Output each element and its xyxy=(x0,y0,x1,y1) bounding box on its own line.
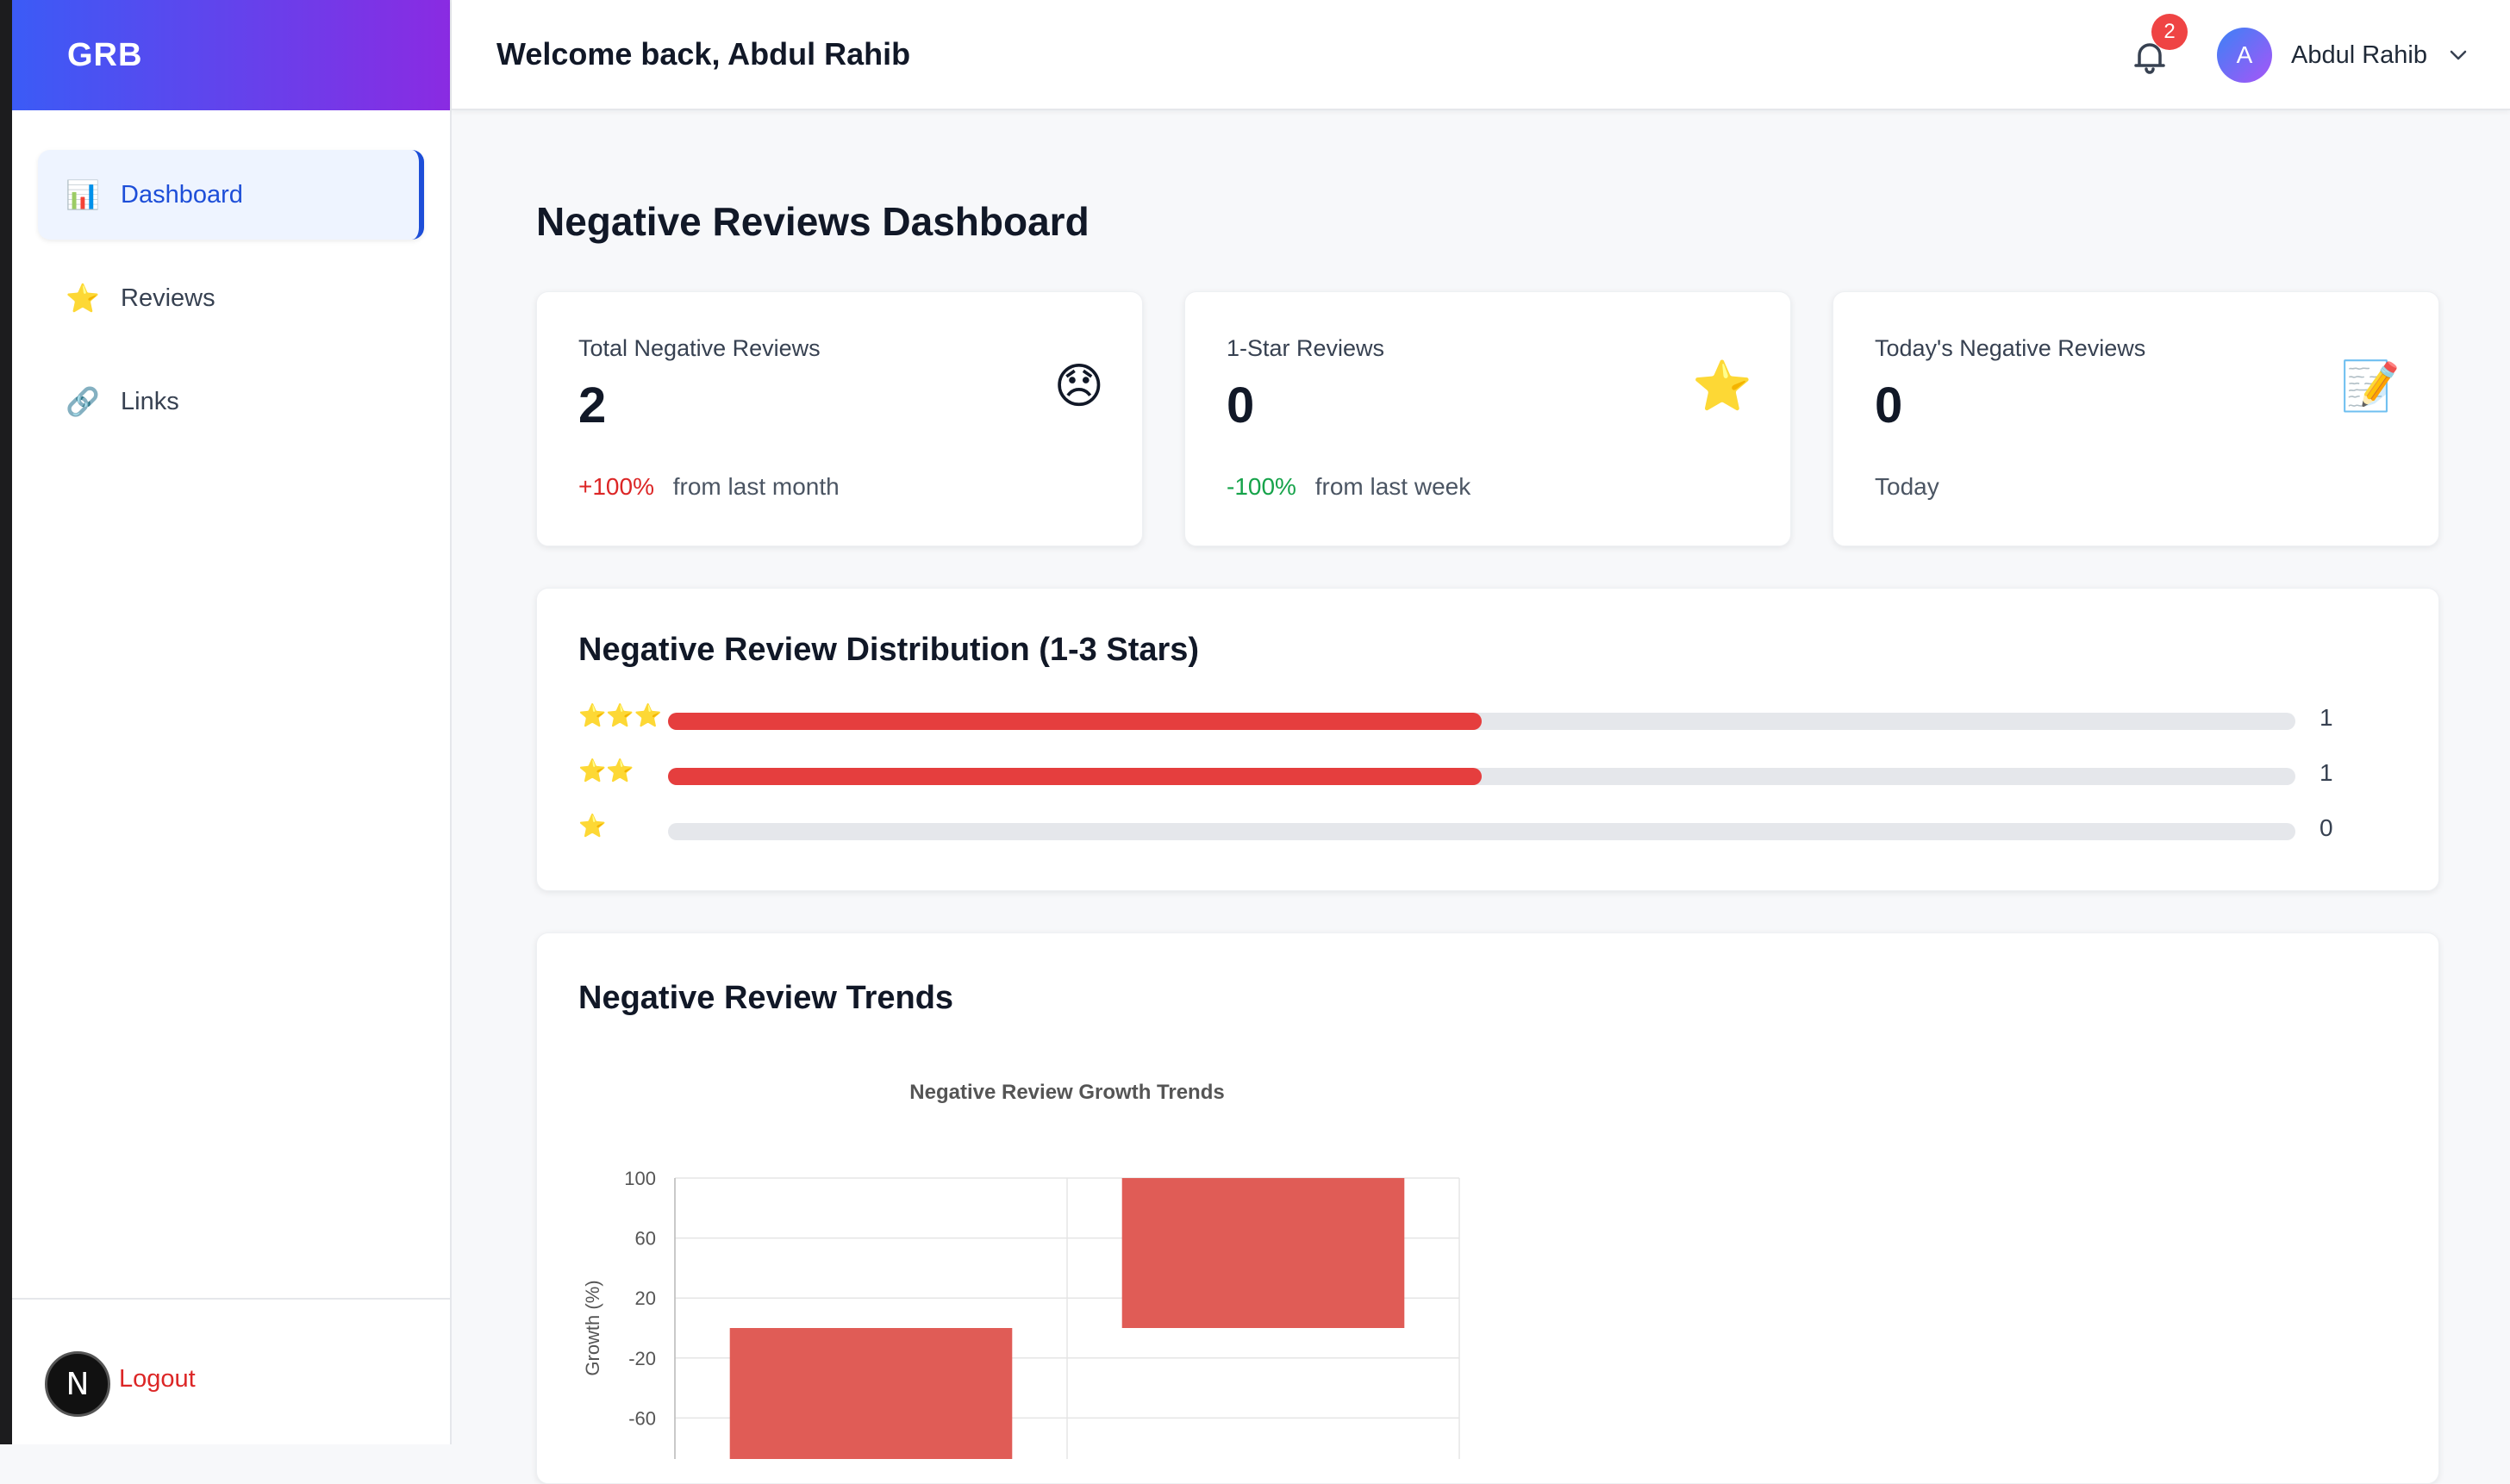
distribution-bar-fill xyxy=(668,713,1482,730)
stat-footer: Today xyxy=(1875,473,1939,501)
distribution-count: 1 xyxy=(2320,704,2333,731)
distribution-row-2-stars: ⭐⭐ 1 xyxy=(578,758,2388,792)
sidebar-item-label: Dashboard xyxy=(121,180,243,209)
stat-change: +100% xyxy=(578,473,654,500)
notification-count-badge: 2 xyxy=(2151,14,2188,50)
chart-bar xyxy=(729,1328,1013,1459)
distribution-bar-track xyxy=(668,713,2295,730)
window-frame-edge xyxy=(0,0,12,1444)
distribution-row-1-star: ⭐ 0 xyxy=(578,813,2388,847)
page-title: Negative Reviews Dashboard xyxy=(536,199,1090,244)
stat-card-one-star: 1-Star Reviews 0 -100% from last week ⭐ xyxy=(1184,291,1791,546)
chart-y-axis-label: Growth (%) xyxy=(582,1280,603,1375)
sidebar-item-label: Reviews xyxy=(121,284,215,312)
sidebar-item-links[interactable]: 🔗 Links xyxy=(38,357,424,446)
trends-card: Negative Review Trends Negative Review G… xyxy=(536,932,2439,1484)
welcome-message: Welcome back, Abdul Rahib xyxy=(496,36,911,72)
sidebar-footer: N Logout xyxy=(12,1298,450,1444)
distribution-bar-track xyxy=(668,768,2295,785)
chevron-down-icon xyxy=(2450,50,2467,60)
sidebar-item-reviews[interactable]: ⭐ Reviews xyxy=(38,253,424,343)
distribution-card: Negative Review Distribution (1-3 Stars)… xyxy=(536,588,2439,891)
distribution-bar-fill xyxy=(668,768,1482,785)
distribution-count: 0 xyxy=(2320,814,2333,841)
chart-y-tick-label: 60 xyxy=(635,1228,656,1250)
brand-logo[interactable]: GRB xyxy=(12,0,450,110)
avatar: A xyxy=(2217,28,2272,83)
stat-card-today: Today's Negative Reviews 0 Today 📝 xyxy=(1833,291,2439,546)
stat-footer: -100% from last week xyxy=(1227,473,1470,501)
stat-label: 1-Star Reviews xyxy=(1227,335,1385,361)
chart-y-tick-label: 100 xyxy=(624,1168,656,1189)
stat-period: Today xyxy=(1875,473,1939,500)
stat-footer: +100% from last month xyxy=(578,473,840,501)
sidebar: GRB 📊 Dashboard ⭐ Reviews 🔗 Links N Logo… xyxy=(12,0,452,1444)
section-title: Negative Review Distribution (1-3 Stars) xyxy=(578,632,1200,668)
sidebar-item-dashboard[interactable]: 📊 Dashboard xyxy=(38,150,424,240)
distribution-count: 1 xyxy=(2320,759,2333,786)
stat-change: -100% xyxy=(1227,473,1296,500)
trend-chart: Negative Review Growth Trends 100 60 20 -20 -… xyxy=(582,1081,1460,1459)
nextjs-dev-badge[interactable]: N xyxy=(45,1351,110,1417)
sidebar-item-label: Links xyxy=(121,387,179,415)
stat-card-total-negative: Total Negative Reviews 2 +100% from last… xyxy=(536,291,1143,546)
section-title: Negative Review Trends xyxy=(578,980,954,1016)
stars-label: ⭐⭐ xyxy=(578,758,634,783)
stat-value: 0 xyxy=(1875,377,1903,433)
link-icon: 🔗 xyxy=(66,386,100,417)
stat-label: Today's Negative Reviews xyxy=(1875,335,2146,361)
chart-bar xyxy=(1121,1178,1405,1328)
stat-label: Total Negative Reviews xyxy=(578,335,821,361)
user-name: Abdul Rahib xyxy=(2291,41,2427,69)
stat-value: 0 xyxy=(1227,377,1255,433)
distribution-row-3-stars: ⭐⭐⭐ 1 xyxy=(578,702,2388,737)
bar-chart-icon: 📊 xyxy=(66,179,100,210)
stat-period: from last month xyxy=(672,473,840,500)
sad-face-icon: 😞 xyxy=(1053,359,1104,413)
distribution-bar-track xyxy=(668,823,2295,840)
stat-value: 2 xyxy=(578,377,607,433)
star-icon: ⭐ xyxy=(66,283,100,314)
memo-icon: 📝 xyxy=(2340,359,2401,413)
logout-button[interactable]: Logout xyxy=(119,1365,196,1394)
stars-label: ⭐⭐⭐ xyxy=(578,702,663,728)
stars-label: ⭐ xyxy=(578,813,607,839)
chart-y-tick-label: -20 xyxy=(628,1348,656,1369)
stat-period: from last week xyxy=(1314,473,1471,500)
star-icon: ⭐ xyxy=(1692,359,1752,413)
sidebar-nav: 📊 Dashboard ⭐ Reviews 🔗 Links xyxy=(12,110,450,446)
chart-y-tick-label: -60 xyxy=(628,1407,656,1429)
chart-title: Negative Review Growth Trends xyxy=(909,1081,1224,1104)
user-menu[interactable]: A Abdul Rahib xyxy=(2217,26,2470,84)
chart-y-tick-label: 20 xyxy=(635,1288,656,1309)
top-bar: Welcome back, Abdul Rahib 2 A Abdul Rahi… xyxy=(452,0,2510,110)
